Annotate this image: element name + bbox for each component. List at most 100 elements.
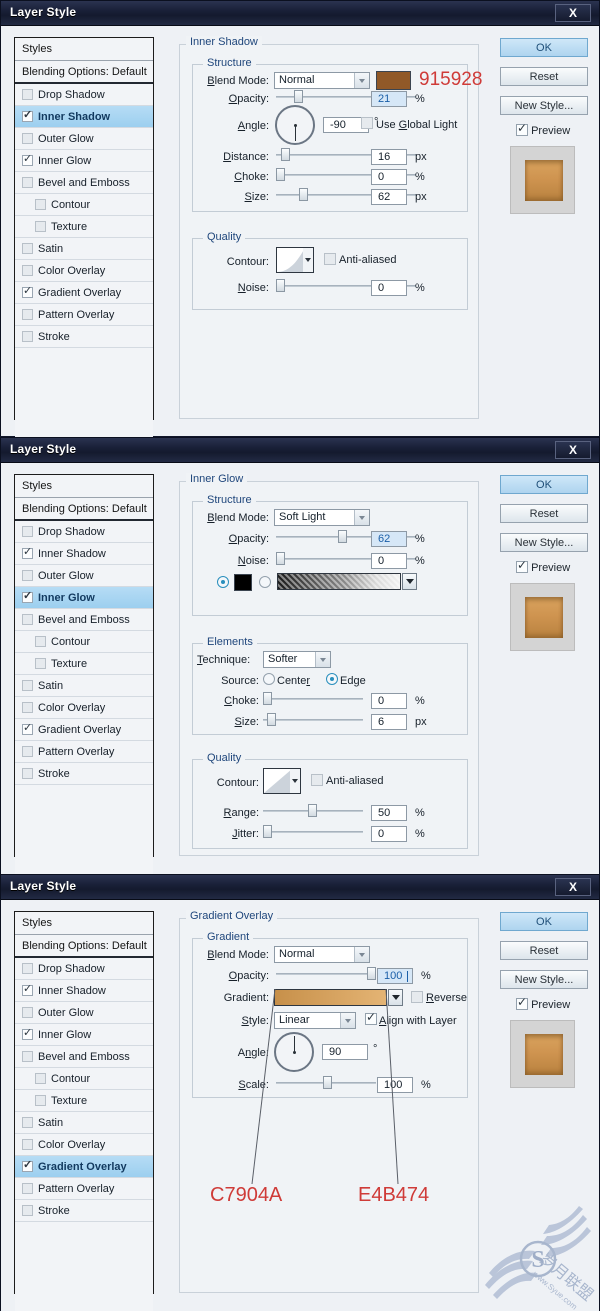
contour-picker[interactable]	[263, 768, 301, 794]
blending-options-row[interactable]: Blending Options: Default	[15, 935, 153, 958]
style-item-bevel-and-emboss[interactable]: Bevel and Emboss	[15, 172, 153, 194]
checkbox-icon[interactable]	[22, 1183, 33, 1194]
use-global-light-checkbox[interactable]	[361, 117, 373, 129]
size-input[interactable]: 62	[371, 189, 407, 205]
close-icon[interactable]: X	[555, 4, 591, 22]
checkbox-icon[interactable]	[22, 1051, 33, 1062]
checkbox-icon[interactable]	[22, 963, 33, 974]
checkbox-icon[interactable]	[22, 1158, 33, 1172]
checkbox-icon[interactable]	[22, 309, 33, 320]
scale-slider[interactable]	[276, 1076, 376, 1090]
reset-button[interactable]: Reset	[500, 504, 588, 523]
slider-thumb[interactable]	[276, 168, 285, 181]
style-item-gradient-overlay[interactable]: Gradient Overlay	[15, 282, 153, 304]
slider-thumb[interactable]	[276, 279, 285, 292]
ok-button[interactable]: OK	[500, 912, 588, 931]
style-item-texture[interactable]: Texture	[15, 216, 153, 238]
shadow-color-swatch[interactable]	[376, 71, 411, 90]
glow-gradient-dropdown[interactable]	[402, 573, 417, 590]
anti-aliased-checkbox[interactable]	[311, 774, 323, 786]
checkbox-icon[interactable]	[35, 636, 46, 647]
style-item-outer-glow[interactable]: Outer Glow	[15, 128, 153, 150]
preview-checkbox[interactable]	[516, 995, 528, 1010]
style-item-gradient-overlay[interactable]: Gradient Overlay	[15, 1156, 153, 1178]
style-item-stroke[interactable]: Stroke	[15, 326, 153, 348]
style-item-gradient-overlay[interactable]: Gradient Overlay	[15, 719, 153, 741]
style-item-inner-glow[interactable]: Inner Glow	[15, 1024, 153, 1046]
style-item-stroke[interactable]: Stroke	[15, 1200, 153, 1222]
gradient-dropdown[interactable]	[388, 989, 403, 1006]
checkbox-icon[interactable]	[35, 1073, 46, 1084]
noise-input[interactable]: 0	[371, 553, 407, 569]
angle-dial[interactable]	[274, 1032, 314, 1072]
source-center-radio[interactable]	[263, 673, 275, 685]
chevron-down-icon[interactable]	[315, 652, 330, 667]
anti-aliased-checkbox[interactable]	[324, 253, 336, 265]
style-item-color-overlay[interactable]: Color Overlay	[15, 1134, 153, 1156]
preview-checkbox-row[interactable]: Preview	[516, 121, 570, 137]
slider-thumb[interactable]	[281, 148, 290, 161]
style-item-inner-shadow[interactable]: Inner Shadow	[15, 980, 153, 1002]
preview-checkbox[interactable]	[516, 558, 528, 573]
checkbox-icon[interactable]	[22, 589, 33, 603]
style-item-texture[interactable]: Texture	[15, 653, 153, 675]
checkbox-icon[interactable]	[22, 133, 33, 144]
range-slider[interactable]	[263, 804, 363, 818]
checkbox-icon[interactable]	[22, 284, 33, 298]
new-style-button[interactable]: New Style...	[500, 533, 588, 552]
ok-button[interactable]: OK	[500, 38, 588, 57]
chevron-down-icon[interactable]	[354, 510, 369, 525]
style-item-satin[interactable]: Satin	[15, 1112, 153, 1134]
blend-mode-select[interactable]: Normal	[274, 72, 370, 89]
blend-mode-select[interactable]: Soft Light	[274, 509, 370, 526]
ok-button[interactable]: OK	[500, 475, 588, 494]
style-item-stroke[interactable]: Stroke	[15, 763, 153, 785]
preview-checkbox-row[interactable]: Preview	[516, 995, 570, 1011]
slider-thumb[interactable]	[367, 967, 376, 980]
opacity-slider[interactable]	[276, 967, 376, 981]
chevron-down-icon[interactable]	[303, 248, 313, 272]
blending-options-row[interactable]: Blending Options: Default	[15, 498, 153, 521]
jitter-slider[interactable]	[263, 825, 363, 839]
angle-dial[interactable]	[275, 105, 315, 145]
checkbox-icon[interactable]	[35, 199, 46, 210]
preview-checkbox[interactable]	[516, 121, 528, 136]
blend-mode-select[interactable]: Normal	[274, 946, 370, 963]
new-style-button[interactable]: New Style...	[500, 970, 588, 989]
reverse-checkbox[interactable]	[411, 991, 423, 1003]
style-item-color-overlay[interactable]: Color Overlay	[15, 697, 153, 719]
slider-thumb[interactable]	[263, 825, 272, 838]
checkbox-icon[interactable]	[22, 702, 33, 713]
checkbox-icon[interactable]	[22, 108, 33, 122]
style-item-contour[interactable]: Contour	[15, 631, 153, 653]
checkbox-icon[interactable]	[22, 152, 33, 166]
style-item-drop-shadow[interactable]: Drop Shadow	[15, 84, 153, 106]
chevron-down-icon[interactable]	[354, 73, 369, 88]
checkbox-icon[interactable]	[22, 680, 33, 691]
slider-thumb[interactable]	[263, 692, 272, 705]
new-style-button[interactable]: New Style...	[500, 96, 588, 115]
size-input[interactable]: 6	[371, 714, 407, 730]
style-item-satin[interactable]: Satin	[15, 238, 153, 260]
slider-thumb[interactable]	[299, 188, 308, 201]
checkbox-icon[interactable]	[22, 243, 33, 254]
checkbox-icon[interactable]	[22, 768, 33, 779]
style-item-outer-glow[interactable]: Outer Glow	[15, 565, 153, 587]
chevron-down-icon[interactable]	[340, 1013, 355, 1028]
style-item-contour[interactable]: Contour	[15, 1068, 153, 1090]
slider-thumb[interactable]	[276, 552, 285, 565]
style-item-bevel-and-emboss[interactable]: Bevel and Emboss	[15, 609, 153, 631]
range-input[interactable]: 50	[371, 805, 407, 821]
checkbox-icon[interactable]	[22, 746, 33, 757]
style-item-inner-glow[interactable]: Inner Glow	[15, 587, 153, 609]
slider-thumb[interactable]	[308, 804, 317, 817]
angle-input[interactable]: 90	[322, 1044, 368, 1060]
slider-thumb[interactable]	[294, 90, 303, 103]
style-item-inner-shadow[interactable]: Inner Shadow	[15, 543, 153, 565]
glow-color-swatch[interactable]	[234, 574, 252, 591]
style-item-outer-glow[interactable]: Outer Glow	[15, 1002, 153, 1024]
close-icon[interactable]: X	[555, 878, 591, 896]
choke-input[interactable]: 0	[371, 693, 407, 709]
opacity-input[interactable]: 100	[377, 968, 413, 984]
scale-input[interactable]: 100	[377, 1077, 413, 1093]
